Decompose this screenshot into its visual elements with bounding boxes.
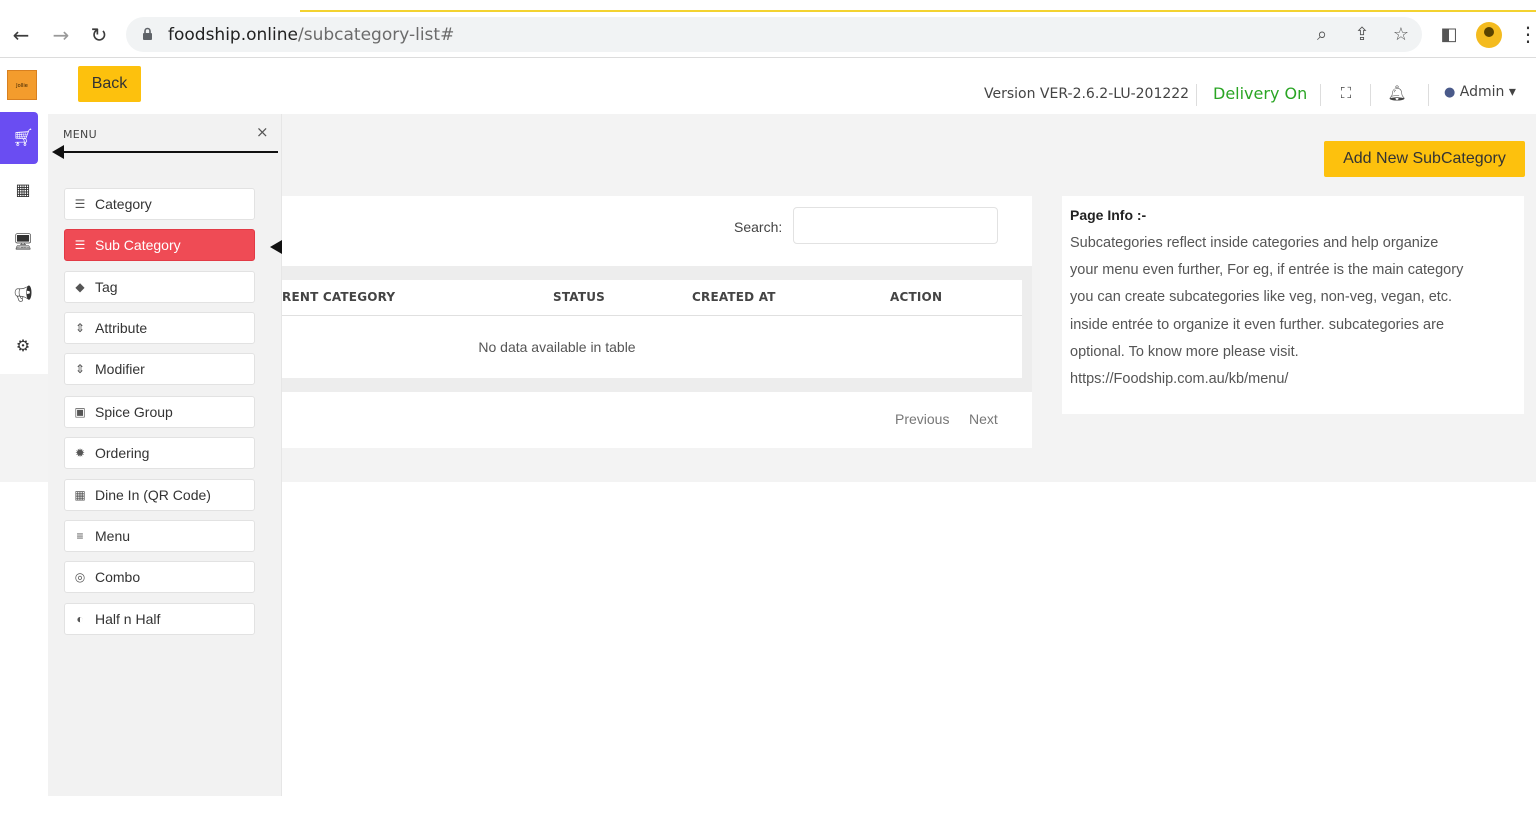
profile-avatar[interactable] bbox=[1476, 22, 1502, 48]
ordering-icon: ✹ bbox=[74, 446, 86, 460]
menu-item-label: Spice Group bbox=[95, 404, 173, 420]
menu-item-tag[interactable]: ◆ Tag bbox=[64, 271, 255, 303]
page-info-line: you can create subcategories like veg, n… bbox=[1070, 289, 1453, 305]
combo-icon: ◎ bbox=[74, 570, 86, 584]
menu-item-combo[interactable]: ◎ Combo bbox=[64, 561, 255, 593]
menu-item-spice-group[interactable]: ▣ Spice Group bbox=[64, 396, 255, 428]
version-label: Version VER-2.6.2-LU-201222 bbox=[984, 86, 1190, 102]
page-info-title: Page Info :- bbox=[1070, 207, 1147, 223]
menu-title: MENU bbox=[63, 128, 97, 141]
side-panel-icon[interactable]: ◧ bbox=[1438, 24, 1460, 46]
menu-item-label: Sub Category bbox=[95, 237, 181, 253]
menu-item-label: Half n Half bbox=[95, 611, 161, 627]
empty-table-message: No data available in table bbox=[478, 339, 636, 355]
arrow-left-icon bbox=[52, 145, 278, 159]
list-icon: ☰ bbox=[74, 197, 86, 211]
back-arrow-icon[interactable]: ← bbox=[8, 22, 34, 48]
table-header-divider bbox=[282, 315, 1022, 316]
column-header-created-at[interactable]: CREATED AT bbox=[692, 290, 776, 304]
page-info-line: Subcategories reflect inside categories … bbox=[1070, 235, 1439, 251]
column-header-status[interactable]: STATUS bbox=[553, 290, 605, 304]
menu-item-menu[interactable]: ≡ Menu bbox=[64, 520, 255, 552]
column-header-parent-category[interactable]: RENT CATEGORY bbox=[282, 290, 395, 304]
share-icon[interactable]: ⇪ bbox=[1351, 24, 1373, 46]
forward-arrow-icon[interactable]: → bbox=[48, 22, 74, 48]
spice-icon: ▣ bbox=[74, 405, 86, 419]
gear-icon[interactable]: ⚙ bbox=[10, 333, 36, 359]
browser-menu-icon[interactable]: ⋮ bbox=[1518, 22, 1536, 46]
brand-logo[interactable]: Jollie bbox=[7, 70, 37, 100]
menu-item-sub-category[interactable]: ☰ Sub Category bbox=[64, 229, 255, 261]
page-load-progress bbox=[300, 10, 1536, 12]
reload-icon[interactable]: ↻ bbox=[86, 22, 112, 48]
bell-icon[interactable]: 🔔︎ bbox=[1387, 84, 1407, 104]
menu-item-label: Ordering bbox=[95, 445, 150, 461]
sort-icon: ⇕ bbox=[74, 362, 86, 376]
cart-icon[interactable]: 🛒︎ bbox=[10, 125, 36, 151]
close-icon[interactable]: × bbox=[256, 123, 269, 141]
next-page-button[interactable]: Next bbox=[969, 411, 998, 427]
sort-icon: ⇕ bbox=[74, 321, 86, 335]
menu-item-label: Attribute bbox=[95, 320, 148, 336]
url-path: /subcategory-list# bbox=[297, 25, 455, 45]
megaphone-icon[interactable]: 📢︎ bbox=[10, 281, 36, 307]
column-header-action: ACTION bbox=[890, 290, 943, 304]
header-divider bbox=[1320, 84, 1321, 106]
qr-icon: ▦ bbox=[74, 488, 86, 502]
admin-label: Admin ▾ bbox=[1459, 84, 1516, 100]
page-info-line: optional. To know more please visit. bbox=[1070, 344, 1299, 360]
admin-dropdown[interactable]: ● Admin ▾ bbox=[1444, 84, 1516, 100]
previous-page-button[interactable]: Previous bbox=[895, 411, 949, 427]
search-input[interactable] bbox=[793, 207, 998, 244]
zoom-icon[interactable]: ⌕ bbox=[1311, 24, 1333, 46]
menu-item-ordering[interactable]: ✹ Ordering bbox=[64, 437, 255, 469]
search-label: Search: bbox=[734, 219, 783, 235]
url-text[interactable]: foodship.online/subcategory-list# bbox=[168, 25, 454, 45]
lock-icon bbox=[143, 27, 152, 40]
menu-item-label: Dine In (QR Code) bbox=[95, 487, 211, 503]
menu-item-label: Modifier bbox=[95, 361, 145, 377]
tag-icon: ◆ bbox=[75, 280, 85, 294]
menu-item-half-n-half[interactable]: ◐ Half n Half bbox=[64, 603, 255, 635]
page-info-line: inside entrée to organize it even furthe… bbox=[1070, 317, 1445, 333]
half-icon: ◐ bbox=[76, 612, 84, 626]
back-button[interactable]: Back bbox=[78, 66, 141, 102]
globe-icon: ● bbox=[1444, 85, 1456, 100]
menu-item-label: Tag bbox=[95, 279, 118, 295]
menu-item-attribute[interactable]: ⇕ Attribute bbox=[64, 312, 255, 344]
monitor-icon[interactable]: 🖥︎ bbox=[10, 229, 36, 255]
menu-item-modifier[interactable]: ⇕ Modifier bbox=[64, 353, 255, 385]
star-icon[interactable]: ☆ bbox=[1390, 24, 1412, 46]
menu-item-category[interactable]: ☰ Category bbox=[64, 188, 255, 220]
header-divider bbox=[1196, 84, 1197, 106]
url-domain: foodship.online bbox=[168, 25, 298, 45]
menu-item-label: Category bbox=[95, 196, 152, 212]
header-divider bbox=[1370, 84, 1371, 106]
menu-item-label: Combo bbox=[95, 569, 141, 585]
delivery-status[interactable]: Delivery On bbox=[1213, 84, 1307, 103]
header-divider bbox=[1428, 84, 1429, 106]
add-subcategory-button[interactable]: Add New SubCategory bbox=[1324, 141, 1525, 177]
menu-item-dine-in-qr-code[interactable]: ▦ Dine In (QR Code) bbox=[64, 479, 255, 511]
page-info-line: your menu even further, For eg, if entré… bbox=[1070, 262, 1464, 278]
menu-icon: ≡ bbox=[76, 529, 84, 543]
calculator-icon[interactable]: ▦ bbox=[10, 177, 36, 203]
menu-item-label: Menu bbox=[95, 528, 131, 544]
page-info-link[interactable]: https://Foodship.com.au/kb/menu/ bbox=[1070, 371, 1288, 387]
list-icon: ☰ bbox=[74, 238, 86, 252]
fullscreen-icon[interactable]: ⛶ bbox=[1336, 84, 1356, 104]
